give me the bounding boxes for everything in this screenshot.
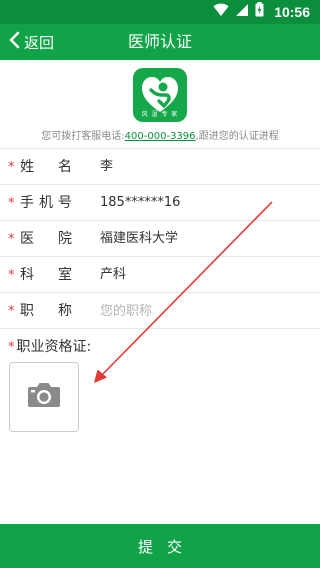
form-row-hospital: * 医院 福建医科大学: [0, 221, 320, 257]
hotline-text: 您可拨打客服电话:400-000-3396,跟进您的认证进程: [0, 127, 320, 142]
title-bar: 返回 医师认证: [0, 24, 320, 60]
name-field[interactable]: 李: [100, 149, 308, 185]
battery-icon: [255, 2, 264, 22]
app-logo: 风 湿 专 家: [133, 68, 187, 122]
status-time: 10:56: [274, 4, 310, 20]
department-field[interactable]: 产科: [100, 257, 308, 293]
certificate-label: * 职业资格证:: [8, 336, 91, 356]
required-star: *: [8, 160, 15, 175]
required-star: *: [8, 196, 15, 211]
name-label: 姓名: [20, 159, 72, 175]
certificate-upload-button[interactable]: [9, 362, 79, 432]
hospital-field[interactable]: 福建医科大学: [100, 221, 308, 257]
camera-icon: [27, 382, 61, 412]
required-star: *: [8, 268, 15, 283]
required-star: *: [8, 232, 15, 247]
status-icons: 10:56: [213, 2, 310, 22]
hospital-label: 医院: [20, 231, 72, 247]
job-title-input[interactable]: [100, 299, 300, 323]
required-star: *: [8, 304, 15, 319]
hotline-suffix: ,跟进您的认证进程: [195, 131, 279, 142]
form-row-name: * 姓名 李: [0, 149, 320, 185]
submit-button[interactable]: 提交: [0, 524, 320, 568]
required-star: *: [8, 340, 15, 355]
hotline-number-link[interactable]: 400-000-3396: [125, 131, 196, 142]
logo-text: 风 湿 专 家: [141, 111, 179, 118]
department-label: 科室: [20, 267, 72, 283]
back-button[interactable]: 返回: [8, 24, 54, 60]
phone-label: 手机号: [20, 195, 72, 211]
certificate-label-text: 职业资格证:: [16, 339, 92, 355]
chevron-left-icon: [8, 31, 20, 53]
hotline-prefix: 您可拨打客服电话:: [41, 131, 125, 142]
certification-form: * 姓名 李 * 手机号 185******16 * 医院 福建医科大学 * 科…: [0, 148, 320, 329]
form-row-phone: * 手机号 185******16: [0, 185, 320, 221]
wifi-icon: [213, 3, 229, 22]
status-bar: 10:56: [0, 0, 320, 24]
title-label: 职称: [20, 303, 72, 319]
phone-field[interactable]: 185******16: [100, 185, 308, 221]
form-row-title: * 职称: [0, 293, 320, 329]
form-row-department: * 科室 产科: [0, 257, 320, 293]
back-label: 返回: [24, 33, 55, 52]
signal-icon: [235, 3, 249, 22]
